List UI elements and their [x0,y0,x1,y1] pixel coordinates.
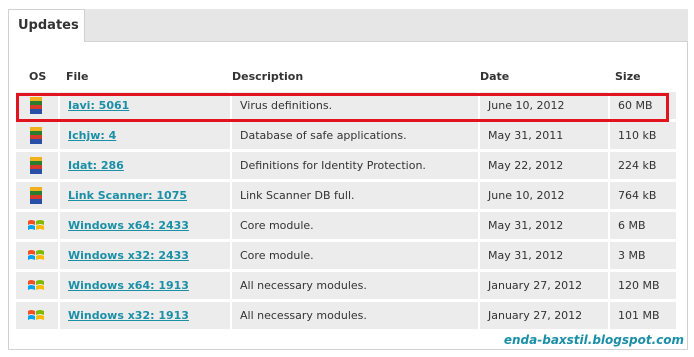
tab-bar [8,9,688,41]
size-cell: 224 kB [610,152,676,179]
file-cell: Windows x32: 1913 [60,302,230,329]
description-cell: Core module. [232,212,478,239]
windows-flag-icon [27,308,44,325]
os-cell [16,182,58,209]
description-cell: Database of safe applications. [232,122,478,149]
tab-updates-label: Updates [18,18,79,33]
os-cell [16,302,58,329]
file-link[interactable]: Ichjw: 4 [68,129,116,142]
windows-flag-icon [27,278,44,295]
file-link[interactable]: Link Scanner: 1075 [68,189,187,202]
file-link[interactable]: Idat: 286 [68,159,124,172]
os-cell [16,152,58,179]
file-link[interactable]: Windows x32: 1913 [68,309,189,322]
size-cell: 3 MB [610,242,676,269]
date-cell: May 31, 2012 [480,242,608,269]
file-cell: Ichjw: 4 [60,122,230,149]
file-link[interactable]: Windows x64: 1913 [68,279,189,292]
os-cell [16,272,58,299]
avg-stack-icon [30,127,42,144]
description-cell: Core module. [232,242,478,269]
date-cell: May 31, 2011 [480,122,608,149]
size-cell: 101 MB [610,302,676,329]
table-row: Windows x64: 1913 All necessary modules. J… [16,272,676,299]
os-cell [16,242,58,269]
description-cell: All necessary modules. [232,302,478,329]
size-cell: 120 MB [610,272,676,299]
header-description: Description [232,70,304,83]
file-cell: Windows x32: 2433 [60,242,230,269]
file-cell: Idat: 286 [60,152,230,179]
avg-stack-icon [30,187,42,204]
description-cell: Definitions for Identity Protection. [232,152,478,179]
windows-flag-icon [27,248,44,265]
size-cell: 110 kB [610,122,676,149]
header-os: OS [29,70,47,83]
table-row: Link Scanner: 1075 Link Scanner DB full. J… [16,182,676,209]
date-cell: May 31, 2012 [480,212,608,239]
date-cell: June 10, 2012 [480,182,608,209]
header-size: Size [615,70,641,83]
size-cell: 764 kB [610,182,676,209]
table-row: Windows x64: 2433 Core module. May 31, 201… [16,212,676,239]
file-cell: Windows x64: 1913 [60,272,230,299]
os-cell [16,212,58,239]
tab-updates[interactable]: Updates [8,9,85,42]
table-row: Idat: 286 Definitions for Identity Protec… [16,152,676,179]
size-cell: 6 MB [610,212,676,239]
description-cell: All necessary modules. [232,272,478,299]
avg-stack-icon [30,157,42,174]
date-cell: May 22, 2012 [480,152,608,179]
table-row: Ichjw: 4 Database of safe applications. Ma… [16,122,676,149]
header-date: Date [480,70,510,83]
windows-flag-icon [27,218,44,235]
table-row: Windows x32: 1913 All necessary modules. J… [16,302,676,329]
file-link[interactable]: Windows x64: 2433 [68,219,189,232]
highlight-box [16,93,669,122]
file-cell: Windows x64: 2433 [60,212,230,239]
file-cell: Link Scanner: 1075 [60,182,230,209]
date-cell: January 27, 2012 [480,272,608,299]
os-cell [16,122,58,149]
header-file: File [66,70,89,83]
watermark: enda-baxstil.blogspot.com [503,333,684,347]
date-cell: January 27, 2012 [480,302,608,329]
table-row: Windows x32: 2433 Core module. May 31, 201… [16,242,676,269]
file-link[interactable]: Windows x32: 2433 [68,249,189,262]
description-cell: Link Scanner DB full. [232,182,478,209]
